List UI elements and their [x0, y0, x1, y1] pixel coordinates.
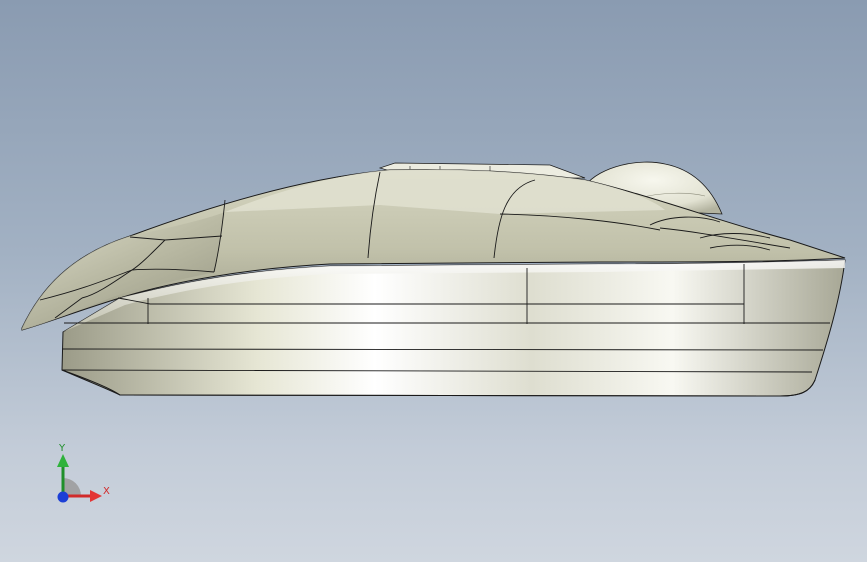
triad-y-label: Y [59, 443, 66, 454]
coordinate-triad[interactable]: Y X [40, 440, 120, 510]
triad-axes-icon [57, 454, 102, 503]
mouse-3d-model[interactable] [0, 0, 867, 562]
graphics-viewport[interactable]: Y X [0, 0, 867, 562]
triad-x-label: X [103, 486, 110, 497]
